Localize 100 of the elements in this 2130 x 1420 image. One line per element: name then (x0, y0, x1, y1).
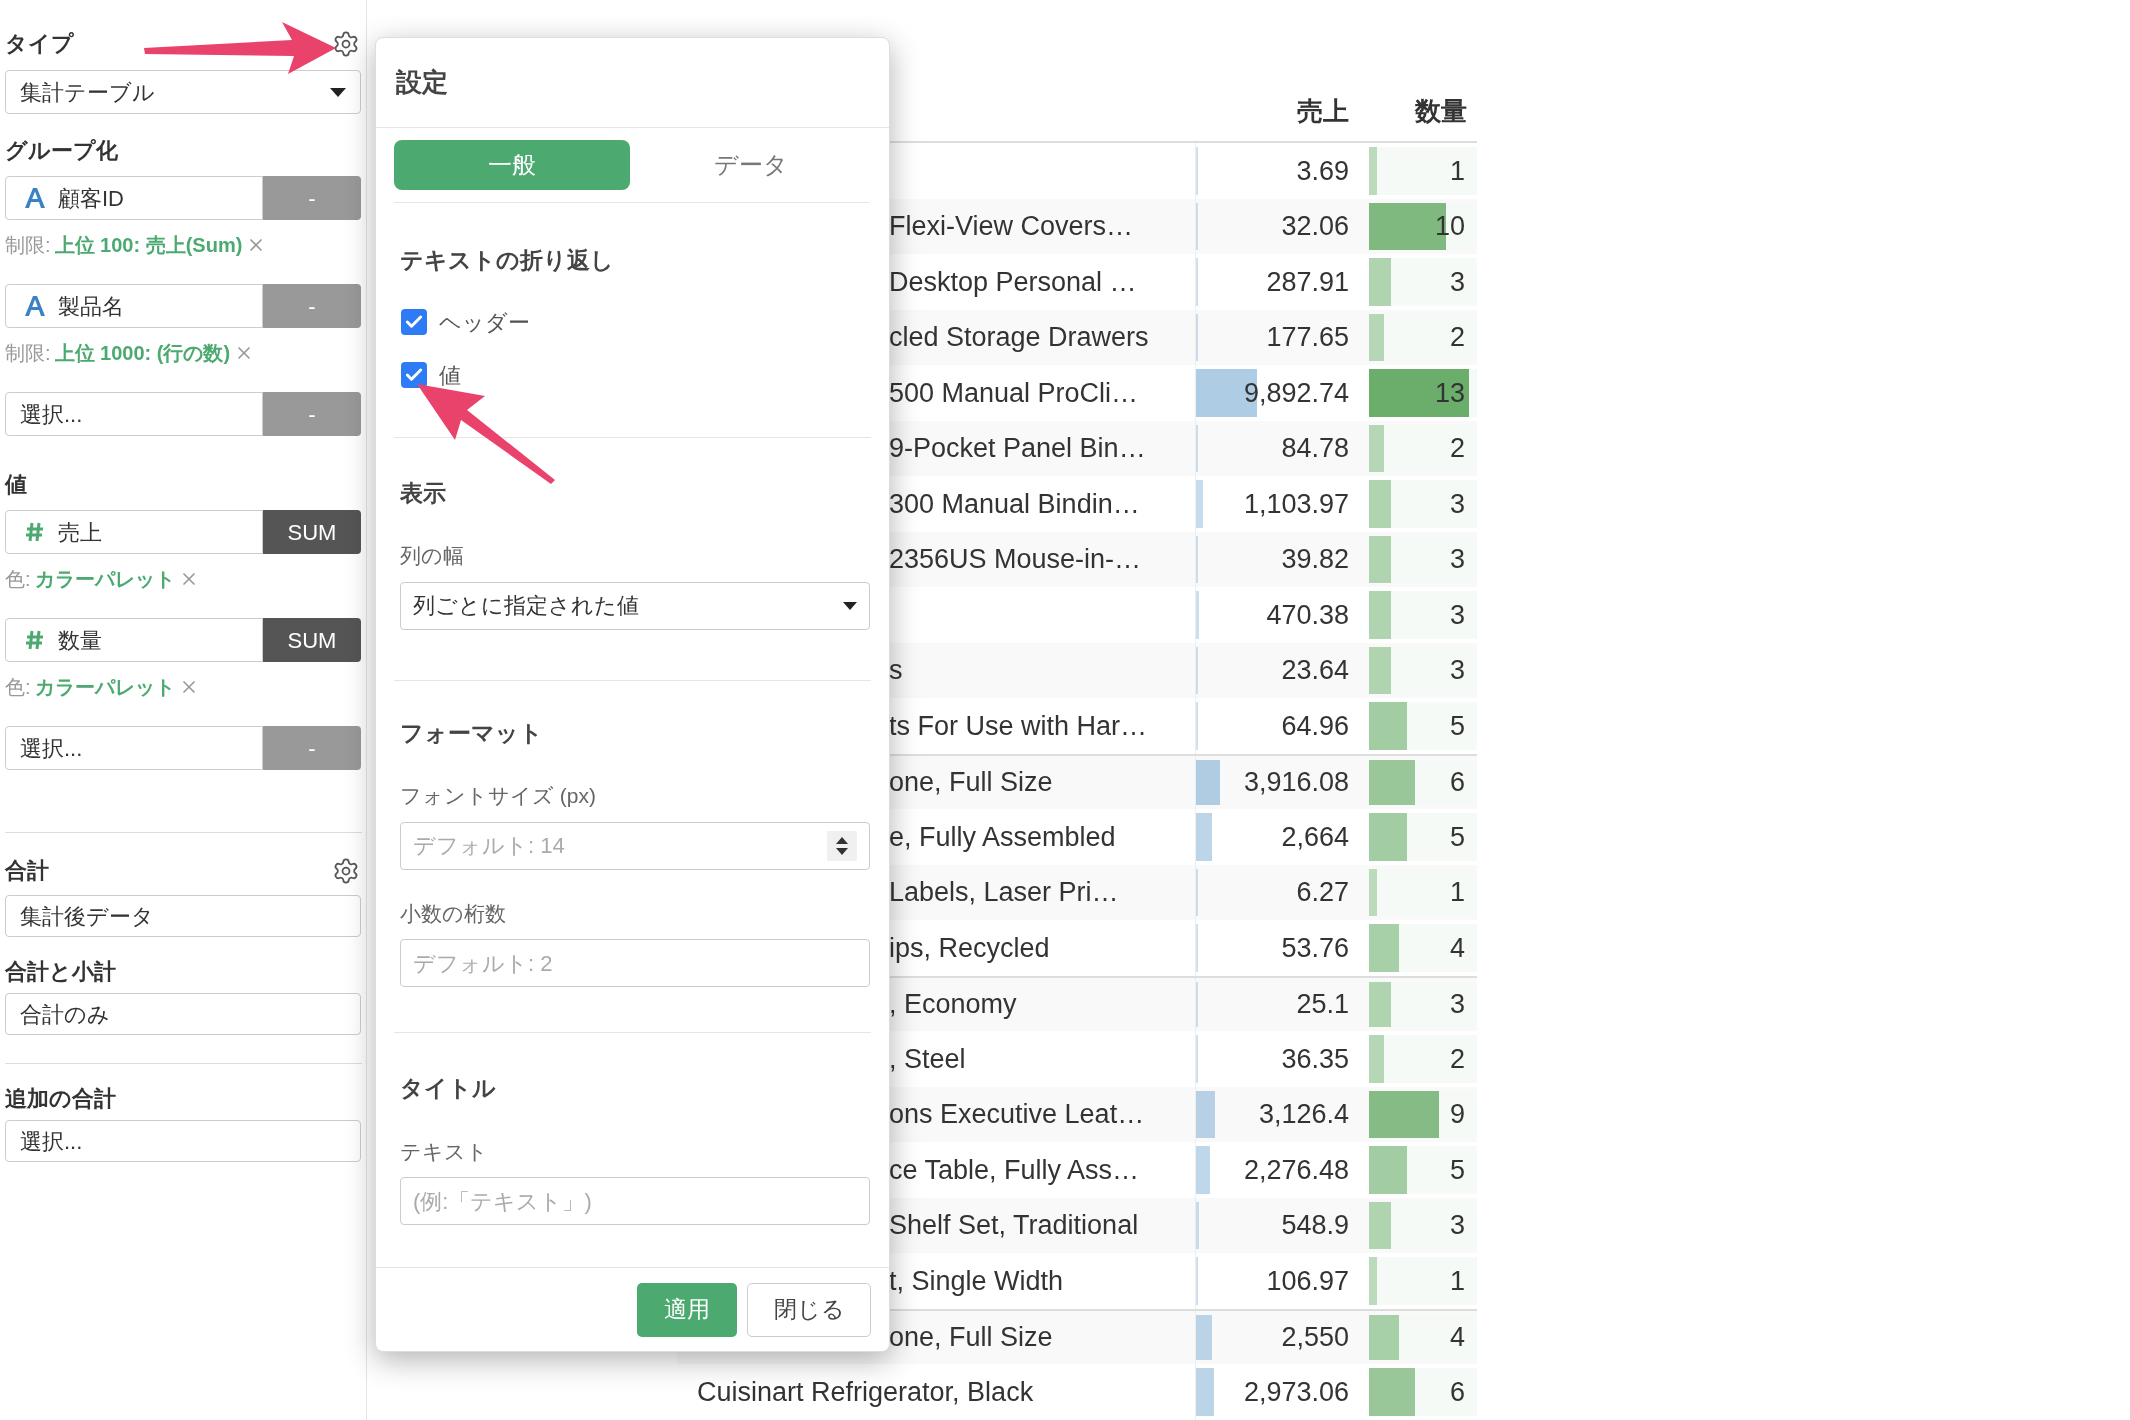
aggregate-button[interactable]: SUM (263, 510, 361, 554)
subtotals-field[interactable]: 合計のみ (5, 993, 361, 1035)
table-cell-text: 4 (1449, 1321, 1465, 1354)
checkbox[interactable] (401, 309, 427, 335)
table-cell: Labels, Laser Pri… (889, 877, 1119, 907)
note-label: 色: (5, 567, 31, 592)
checkbox-label: 値 (439, 361, 461, 390)
note-label: 制限: (5, 341, 51, 366)
section-heading: フォーマット (400, 719, 543, 746)
table-cell-text: 36.35 (1281, 1042, 1349, 1076)
table-cell-text: 53.76 (1281, 931, 1349, 965)
table-cell-text: 5 (1449, 1153, 1465, 1187)
table-cell: ts For Use with Har… (889, 710, 1148, 741)
table-cell: t, Single Width (889, 1265, 1064, 1296)
dialog-title: 設定 (396, 66, 448, 99)
column-header: 売上 (1296, 95, 1350, 128)
table-cell-text: 2 (1449, 1042, 1465, 1076)
table-cell-text: 9 (1449, 1098, 1465, 1131)
close-button[interactable]: 閉じる (747, 1282, 871, 1337)
settings-icon[interactable] (332, 30, 360, 58)
table-cell-text: 3.69 (1296, 154, 1349, 188)
aggregate-button[interactable]: SUM (263, 618, 361, 662)
table-cell-text: 1 (1449, 1264, 1465, 1298)
table-cell-text: 3 (1449, 988, 1465, 1021)
select-field[interactable]: 選択... (5, 726, 263, 770)
totals-field[interactable]: 集計後データ (5, 895, 361, 937)
section-label: 値 (5, 474, 28, 496)
text-type-icon (24, 187, 46, 209)
checkbox[interactable] (401, 362, 427, 388)
table-cell-text: 2,276.48 (1243, 1153, 1349, 1187)
section-label: 合計と小計 (5, 961, 117, 983)
section-label: 追加の合計 (5, 1088, 117, 1110)
column-width-select[interactable]: 列ごとに指定された値 (400, 581, 870, 630)
field-label: テキスト (400, 1139, 488, 1163)
field-label: 小数の桁数 (400, 901, 506, 925)
table-cell: ons Executive Leat… (889, 1099, 1145, 1129)
table-cell-text: 25.1 (1296, 988, 1349, 1021)
select-field[interactable]: 選択... (5, 1120, 361, 1162)
table-cell-text: 9,892.74 (1243, 376, 1349, 410)
table-cell-text: 1 (1449, 876, 1465, 909)
section-label: 合計 (5, 860, 49, 882)
table-cell-text: 3 (1449, 543, 1465, 576)
field-label: 列の幅 (400, 544, 464, 567)
table-cell-text: 1 (1449, 154, 1465, 188)
table-cell-text: 2,973.06 (1243, 1375, 1349, 1409)
table-cell: Shelf Set, Traditional (889, 1210, 1139, 1240)
settings-icon[interactable] (332, 857, 360, 885)
table-cell-text: 6 (1449, 766, 1465, 799)
table-cell-text: 470.38 (1266, 598, 1349, 632)
table-cell: s (889, 655, 903, 685)
hash-icon (25, 521, 45, 543)
field-name: 数量 (58, 626, 102, 655)
table-cell-text: 1,103.97 (1243, 487, 1349, 521)
table-cell: one, Full Size (889, 1322, 1053, 1352)
field-name: 顧客ID (58, 184, 124, 213)
field-chip[interactable]: 顧客ID (5, 176, 263, 220)
hash-icon (25, 629, 45, 651)
table-cell: , Economy (889, 989, 1017, 1019)
field-label: フォントサイズ (px) (400, 784, 596, 807)
column-header: 数量 (1413, 95, 1468, 128)
table-cell: ips, Recycled (889, 932, 1050, 963)
type-select[interactable]: 集計テーブル (5, 70, 361, 114)
table-cell: one, Full Size (889, 767, 1053, 797)
table-cell-text: 3 (1449, 1209, 1465, 1242)
caret-icon (330, 87, 346, 97)
table-cell-text: 39.82 (1281, 543, 1349, 576)
select-field[interactable]: 選択... (5, 392, 263, 436)
table-cell: Flexi-View Covers… (889, 211, 1134, 241)
table-cell: , Steel (889, 1043, 966, 1074)
table-cell-text: 32.06 (1281, 210, 1349, 243)
table-cell: e, Fully Assembled (889, 821, 1116, 852)
field-chip[interactable]: 製品名 (5, 284, 263, 328)
table-cell-text: 2 (1449, 432, 1465, 465)
table-cell-text: 177.65 (1266, 321, 1349, 354)
note-label: 制限: (5, 233, 51, 258)
table-cell: 500 Manual ProCli… (889, 377, 1139, 408)
table-cell: 9-Pocket Panel Bin… (889, 433, 1146, 463)
field-name: 製品名 (58, 292, 124, 321)
table-cell-text: 3,916.08 (1243, 766, 1349, 799)
field-chip[interactable]: 数量 (5, 618, 263, 662)
field-chip[interactable]: 売上 (5, 510, 263, 554)
table-cell-text: 64.96 (1281, 709, 1349, 743)
table-cell-text: 287.91 (1266, 265, 1349, 299)
table-cell-text: 4 (1449, 931, 1465, 965)
table-cell: cled Storage Drawers (889, 322, 1149, 352)
field-name: 売上 (58, 518, 102, 547)
table-cell-text: 3 (1449, 598, 1465, 632)
table-cell-text: 2,550 (1281, 1321, 1349, 1354)
table-cell: 2356US Mouse-in-… (889, 544, 1142, 574)
section-label: タイプ (5, 33, 74, 55)
section-heading: 表示 (400, 479, 446, 506)
table-cell-text: 3 (1449, 265, 1465, 299)
table-cell-text: 84.78 (1281, 432, 1349, 465)
table-cell-text: 5 (1449, 820, 1465, 854)
table-cell-text: 3 (1449, 487, 1465, 521)
spinner-icon[interactable] (827, 830, 857, 861)
table-cell: Cuisinart Refrigerator, Black (697, 1376, 1034, 1407)
table-cell-text: 3 (1449, 654, 1465, 687)
note-label: 色: (5, 675, 31, 700)
table-cell-text: 6.27 (1296, 876, 1349, 909)
